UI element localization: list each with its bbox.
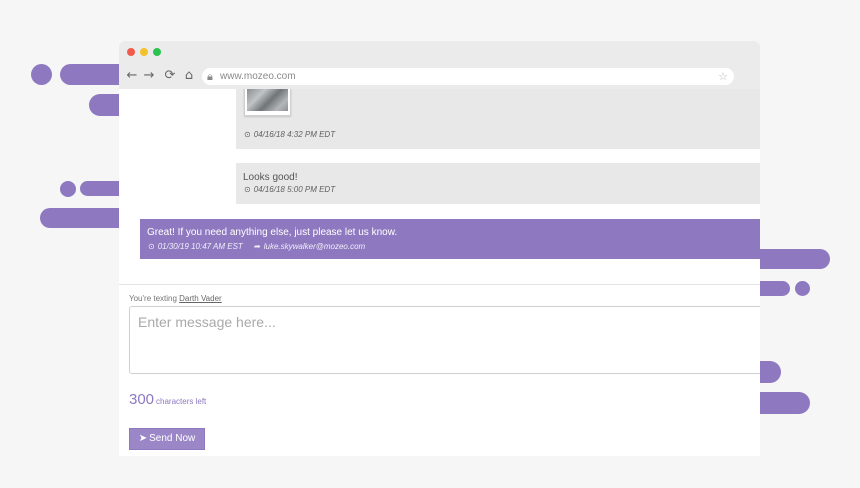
close-window-button[interactable] — [127, 48, 135, 56]
message-bubble-outgoing: Great! If you need anything else, just p… — [140, 219, 760, 259]
browser-toolbar: ← → ⟳ ⌂ 🔒︎ www.mozeo.com ☆ — [119, 64, 760, 89]
message-input[interactable] — [129, 306, 760, 374]
attachment-thumbnail — [247, 89, 288, 111]
image-attachment[interactable] — [244, 89, 291, 116]
recipient-link[interactable]: Darth Vader — [179, 294, 222, 303]
back-arrow-icon[interactable]: ← — [125, 68, 139, 84]
chars-left-label: characters left — [156, 397, 207, 406]
forward-icon: ➦ — [254, 242, 261, 251]
minimize-window-button[interactable] — [140, 48, 148, 56]
reload-icon[interactable]: ⟳ — [163, 68, 177, 84]
message-bubble-incoming: ⊙ 04/16/18 4:32 PM EDT — [236, 89, 760, 149]
decor-dot — [31, 64, 52, 85]
recipient-line: You're texting Darth Vader — [129, 294, 222, 304]
divider — [119, 284, 760, 285]
forward-arrow-icon[interactable]: → — [142, 68, 156, 84]
message-timestamp: 01/30/19 10:47 AM EST — [157, 242, 243, 251]
character-counter: 300 characters left — [129, 392, 206, 410]
title-bar — [119, 41, 760, 64]
recipient-prefix: You're texting — [129, 294, 180, 303]
send-now-button[interactable]: ➤ Send Now — [129, 428, 205, 450]
clock-icon: ⊙ — [244, 185, 251, 194]
paper-plane-icon: ➤ — [138, 433, 148, 444]
message-sender: luke.skywalker@mozeo.com — [263, 242, 366, 251]
send-button-label: Send Now — [149, 433, 196, 444]
message-meta: ⊙ 04/16/18 5:00 PM EDT — [244, 185, 335, 195]
message-text: Great! If you need anything else, just p… — [147, 227, 398, 238]
message-meta: ⊙ 04/16/18 4:32 PM EDT — [244, 130, 335, 140]
clock-icon: ⊙ — [148, 242, 155, 251]
maximize-window-button[interactable] — [153, 48, 161, 56]
home-icon[interactable]: ⌂ — [182, 68, 196, 84]
browser-window: ← → ⟳ ⌂ 🔒︎ www.mozeo.com ☆ ⊙ 04/16/18 4:3… — [119, 41, 760, 456]
message-text: Looks good! — [243, 172, 298, 183]
url-text: www.mozeo.com — [220, 71, 296, 82]
message-timestamp: 04/16/18 5:00 PM EDT — [253, 185, 336, 194]
message-meta: ⊙ 01/30/19 10:47 AM EST ➦ luke.skywalker@m… — [148, 242, 365, 252]
address-bar[interactable]: 🔒︎ www.mozeo.com ☆ — [202, 68, 734, 85]
decor-dot — [60, 181, 76, 197]
chars-left-count: 300 — [129, 391, 155, 408]
message-bubble-incoming: Looks good! ⊙ 04/16/18 5:00 PM EDT — [236, 163, 760, 204]
lock-icon: 🔒︎ — [207, 70, 213, 83]
clock-icon: ⊙ — [244, 130, 251, 139]
message-timestamp: 04/16/18 4:32 PM EDT — [253, 130, 336, 139]
star-icon[interactable]: ☆ — [718, 69, 728, 84]
decor-dot — [795, 281, 810, 296]
conversation-area: ⊙ 04/16/18 4:32 PM EDT Looks good! ⊙ 04/16… — [119, 89, 760, 456]
